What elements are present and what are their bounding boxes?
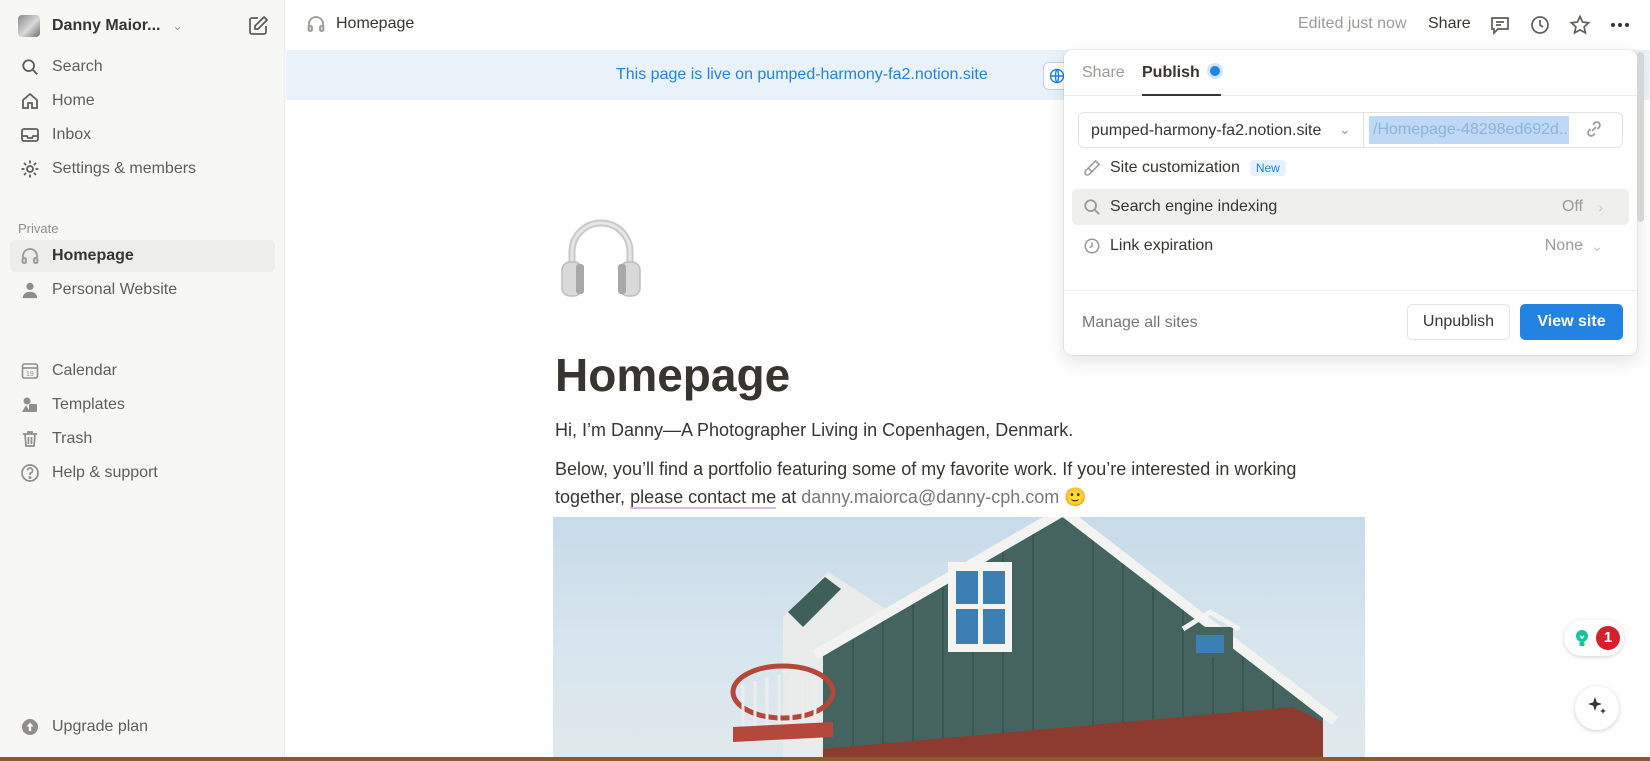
- notification-widget[interactable]: 1: [1564, 620, 1624, 656]
- workspace-switcher[interactable]: Danny Maior... ⌄: [18, 12, 270, 40]
- chevron-down-icon: ⌄: [172, 19, 183, 33]
- help-icon: [20, 463, 40, 483]
- brush-icon: [1082, 158, 1102, 178]
- avatar: [18, 15, 40, 37]
- workspace-name: Danny Maior...: [52, 17, 161, 34]
- sidebar-item-calendar[interactable]: 19 Calendar: [10, 355, 275, 387]
- top-bar: Homepage Edited just now Share: [286, 0, 1650, 50]
- at-text: at: [781, 487, 797, 507]
- star-icon[interactable]: [1568, 13, 1592, 37]
- sidebar-item-trash[interactable]: Trash: [10, 423, 275, 455]
- search-icon: [20, 57, 40, 77]
- page-title: Homepage: [555, 349, 791, 401]
- popover-tabs: Share Publish: [1064, 50, 1637, 96]
- url-divider: [1363, 113, 1364, 147]
- manage-sites-link[interactable]: Manage all sites: [1082, 314, 1198, 332]
- search-indexing-label: Search engine indexing: [1110, 198, 1278, 215]
- publish-popover: Share Publish pumped-harmony-fa2.notion.…: [1064, 50, 1637, 355]
- history-icon[interactable]: [1528, 13, 1552, 37]
- site-customization-row[interactable]: Site customization New: [1072, 150, 1629, 186]
- sidebar-item-label: Trash: [52, 430, 93, 447]
- body-paragraph: Below, you’ll find a portfolio featuring…: [555, 455, 1335, 511]
- new-page-icon[interactable]: [246, 14, 270, 38]
- notification-count: 1: [1596, 626, 1620, 650]
- copy-link-icon[interactable]: [1584, 119, 1606, 141]
- smile-emoji: 🙂: [1064, 487, 1087, 507]
- inbox-icon: [20, 125, 40, 145]
- slug-input[interactable]: /Homepage-48298ed692d...: [1369, 116, 1569, 144]
- lightbulb-icon: [1572, 628, 1592, 653]
- sidebar-item-label: Templates: [52, 396, 125, 413]
- sidebar-item-label: Help & support: [52, 464, 158, 481]
- search-indexing-value: Off: [1561, 198, 1583, 215]
- published-dot-icon: [1209, 66, 1220, 76]
- link-expiration-label: Link expiration: [1110, 237, 1214, 254]
- sidebar-item-label: Calendar: [52, 362, 117, 379]
- headphones-icon: [20, 246, 40, 266]
- gear-icon: [20, 159, 40, 179]
- chevron-down-icon: ⌄: [1591, 237, 1603, 254]
- house-photo: [553, 517, 1365, 761]
- link-expiration-row[interactable]: Link expiration None ⌄: [1072, 228, 1629, 264]
- comment-icon[interactable]: [1488, 13, 1512, 37]
- sidebar-item-homepage[interactable]: Homepage: [10, 240, 275, 272]
- person-icon: [20, 280, 40, 300]
- intro-paragraph: Hi, I’m Danny—A Photographer Living in C…: [555, 420, 1074, 440]
- live-banner-text[interactable]: This page is live on pumped-harmony-fa2.…: [616, 66, 988, 84]
- breadcrumb-label: Homepage: [336, 15, 415, 32]
- edited-status: Edited just now: [1298, 15, 1407, 32]
- site-customization-label: Site customization: [1110, 159, 1240, 176]
- svg-text:19: 19: [26, 371, 34, 378]
- chevron-down-icon[interactable]: ⌄: [1339, 121, 1351, 138]
- site-url-field: pumped-harmony-fa2.notion.site ⌄ /Homepa…: [1078, 112, 1623, 148]
- sparkle-icon: [1586, 695, 1608, 722]
- sidebar-item-help[interactable]: Help & support: [10, 457, 275, 489]
- sidebar-item-upgrade[interactable]: Upgrade plan: [10, 711, 275, 743]
- sidebar-item-inbox[interactable]: Inbox: [10, 119, 275, 151]
- sidebar-item-personal-website[interactable]: Personal Website: [10, 274, 275, 306]
- headphones-icon: [306, 14, 326, 34]
- home-icon: [20, 91, 40, 111]
- search-icon: [1082, 197, 1102, 217]
- tab-share[interactable]: Share: [1082, 64, 1125, 82]
- page-icon-headphones[interactable]: [560, 210, 642, 302]
- view-site-button[interactable]: View site: [1520, 304, 1623, 340]
- scrollbar[interactable]: [1637, 52, 1644, 222]
- sidebar-item-label: Inbox: [52, 126, 92, 143]
- sidebar-item-templates[interactable]: Templates: [10, 389, 275, 421]
- tab-publish-label: Publish: [1142, 64, 1200, 81]
- upgrade-icon: [20, 717, 40, 737]
- templates-icon: [20, 395, 40, 415]
- sidebar-item-search[interactable]: Search: [10, 51, 275, 83]
- sidebar-item-label: Home: [52, 92, 95, 109]
- share-button[interactable]: Share: [1428, 15, 1471, 33]
- breadcrumb[interactable]: Homepage: [306, 14, 414, 34]
- trash-icon: [20, 429, 40, 449]
- clock-icon: [1082, 236, 1102, 256]
- section-label-private: Private: [18, 221, 59, 236]
- window-edge: [0, 757, 1650, 761]
- sidebar-item-label: Settings & members: [52, 160, 197, 177]
- sidebar-item-label: Homepage: [52, 247, 134, 264]
- tab-publish[interactable]: Publish: [1142, 64, 1220, 82]
- domain-select[interactable]: pumped-harmony-fa2.notion.site: [1091, 122, 1321, 140]
- more-icon[interactable]: [1608, 13, 1632, 37]
- sidebar: Danny Maior... ⌄ Search Home Inbox Setti…: [0, 0, 285, 761]
- sidebar-item-label: Upgrade plan: [52, 718, 149, 735]
- chevron-right-icon: ›: [1598, 199, 1603, 215]
- sidebar-item-label: Personal Website: [52, 281, 178, 298]
- popover-divider: [1064, 290, 1637, 291]
- email-link[interactable]: danny.maiorca@danny-cph.com: [801, 487, 1059, 507]
- sidebar-item-settings[interactable]: Settings & members: [10, 153, 275, 185]
- ai-assistant-button[interactable]: [1575, 686, 1619, 730]
- sidebar-item-home[interactable]: Home: [10, 85, 275, 117]
- new-badge: New: [1249, 160, 1286, 176]
- contact-link[interactable]: please contact me: [630, 487, 777, 509]
- unpublish-button[interactable]: Unpublish: [1407, 304, 1510, 340]
- sidebar-item-label: Search: [52, 58, 103, 75]
- link-expiration-value: None: [1544, 237, 1583, 254]
- active-tab-indicator: [1142, 94, 1221, 96]
- search-indexing-row[interactable]: Search engine indexing Off ›: [1072, 189, 1629, 225]
- calendar-icon: 19: [20, 361, 40, 381]
